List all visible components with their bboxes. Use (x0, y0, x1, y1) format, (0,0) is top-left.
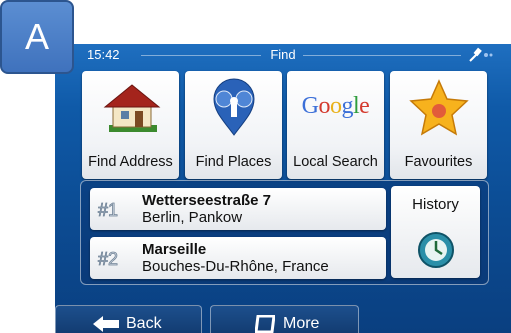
back-arrow-icon (93, 316, 119, 332)
local-search-button[interactable]: Google Local Search (287, 71, 384, 179)
tile-label: Find Address (88, 154, 173, 170)
recent-name: Wetterseestraße 7 (142, 192, 271, 209)
places-icon (212, 78, 255, 136)
screen-title: Find (270, 47, 296, 62)
recent-item-2[interactable]: #2 Marseille Bouches-Du-Rhône, France (90, 237, 386, 279)
badge-letter: A (24, 16, 49, 57)
back-button[interactable]: Back (55, 305, 202, 333)
tile-label: Find Places (195, 154, 272, 170)
favourites-button[interactable]: Favourites (390, 71, 487, 179)
find-address-button[interactable]: Find Address (82, 71, 179, 179)
status-bar: 15:42 Find (55, 44, 511, 66)
rank-1-icon: #1 (98, 200, 119, 221)
more-label: More (283, 315, 320, 332)
rank-2-icon: #2 (98, 249, 119, 270)
back-label: Back (126, 315, 162, 332)
recent-name: Marseille (142, 241, 207, 258)
tile-label: Local Search (293, 154, 378, 170)
recent-detail: Berlin, Pankow (142, 209, 243, 226)
satellite-icon (469, 47, 493, 62)
star-icon (408, 79, 469, 136)
tile-label: Favourites (404, 154, 473, 170)
find-places-button[interactable]: Find Places (185, 71, 282, 179)
more-icon (255, 315, 275, 333)
google-logo: Google (301, 93, 370, 119)
svg-text:#1: #1 (98, 200, 118, 220)
svg-text:#2: #2 (98, 249, 118, 269)
recent-destinations-panel: #1 Wetterseestraße 7 Berlin, Pankow #2 M… (80, 180, 489, 285)
history-label: History (412, 196, 459, 213)
house-icon (103, 84, 160, 132)
find-screen: 15:42 Find Find Address Find Places Goog… (55, 44, 511, 333)
recent-detail: Bouches-Du-Rhône, France (142, 258, 329, 275)
history-clock-icon (418, 232, 454, 268)
history-button[interactable]: History (391, 186, 480, 278)
more-button[interactable]: More (210, 305, 359, 333)
recent-item-1[interactable]: #1 Wetterseestraße 7 Berlin, Pankow (90, 188, 386, 230)
screen-letter-badge: A (0, 0, 74, 74)
